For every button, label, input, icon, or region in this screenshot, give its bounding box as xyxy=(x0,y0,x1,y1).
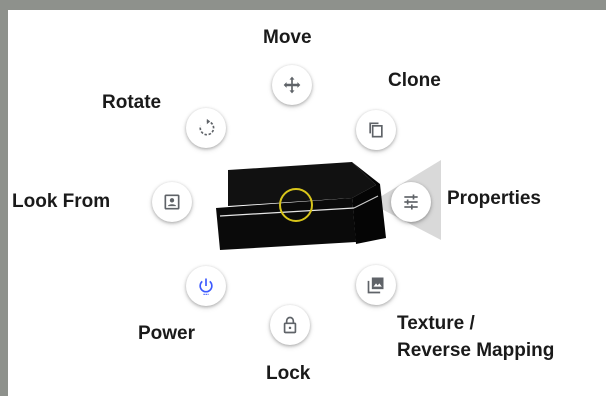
move-arrows-icon xyxy=(283,76,301,94)
portrait-icon xyxy=(164,194,180,210)
properties-button[interactable] xyxy=(391,182,431,222)
clone-button[interactable] xyxy=(356,110,396,150)
texture-button[interactable] xyxy=(356,265,396,305)
lock-label: Lock xyxy=(266,363,311,384)
look-from-label: Look From xyxy=(12,191,111,212)
power-label: Power xyxy=(138,323,196,344)
texture-label-line1: Texture / xyxy=(397,313,475,334)
lock-button[interactable] xyxy=(270,305,310,345)
texture-label: Texture / Reverse Mapping xyxy=(397,313,554,362)
sliders-icon xyxy=(404,194,418,210)
rotate-button[interactable] xyxy=(186,108,226,148)
move-button[interactable] xyxy=(272,65,312,105)
copy-icon xyxy=(369,122,383,138)
look-from-button[interactable] xyxy=(152,182,192,222)
power-button[interactable] xyxy=(186,266,226,306)
move-label: Move xyxy=(263,27,312,48)
texture-label-line2: Reverse Mapping xyxy=(397,340,555,361)
lock-icon xyxy=(283,316,297,334)
image-icon xyxy=(367,277,384,294)
rotate-label: Rotate xyxy=(102,92,162,113)
rotate-icon xyxy=(199,118,215,136)
canvas-viewport[interactable]: Move Clone Rotate Look From Properties P… xyxy=(8,10,606,396)
properties-label: Properties xyxy=(447,188,541,209)
power-icon xyxy=(199,278,213,295)
box-front-face xyxy=(216,198,356,250)
clone-label: Clone xyxy=(388,70,441,91)
